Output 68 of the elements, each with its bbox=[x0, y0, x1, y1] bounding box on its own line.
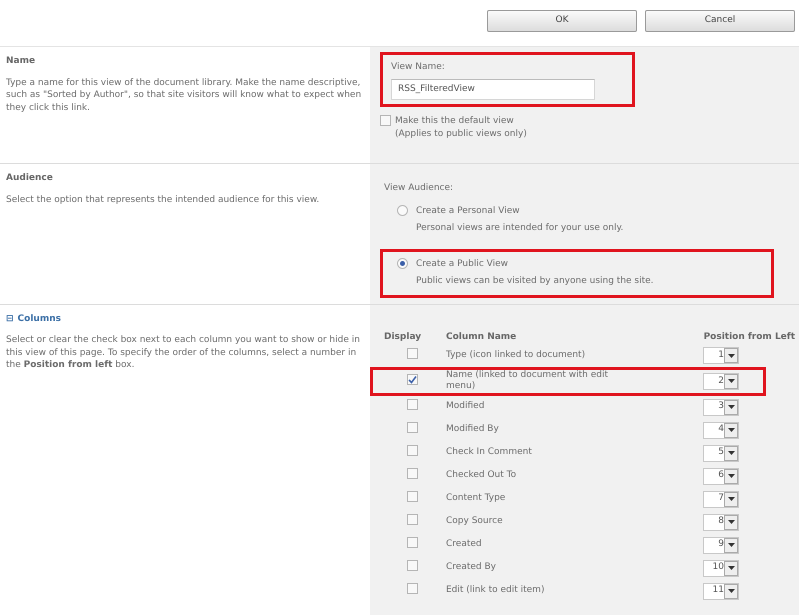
dropdown-arrow-icon bbox=[728, 451, 734, 455]
radio-label: Create a Personal View bbox=[416, 204, 521, 218]
position-dropdown[interactable]: 7 bbox=[703, 490, 739, 508]
position-dropdown[interactable]: 11 bbox=[703, 582, 739, 600]
position-dropdown[interactable]: 5 bbox=[703, 444, 739, 462]
position-dropdown[interactable]: 4 bbox=[703, 422, 739, 438]
checkbox[interactable] bbox=[406, 583, 418, 594]
position-dropdown[interactable]: 10 bbox=[703, 560, 739, 576]
column-name: Created bbox=[446, 539, 483, 551]
view-name-field[interactable]: RSS_FilteredView bbox=[391, 78, 595, 100]
column-header: Display bbox=[384, 330, 422, 344]
option-note: Personal views are intended for your use only. bbox=[416, 222, 624, 235]
dropdown-arrow-icon bbox=[728, 474, 734, 478]
checkbox[interactable] bbox=[406, 399, 418, 410]
dropdown-arrow-icon bbox=[728, 354, 734, 358]
column-name: Modified By bbox=[446, 424, 500, 436]
column-name: Name (linked to document with edit menu) bbox=[446, 370, 610, 392]
cancel-button[interactable]: Cancel bbox=[645, 10, 795, 32]
column-name: Edit (link to edit item) bbox=[446, 585, 546, 597]
column-name: Check In Comment bbox=[446, 447, 533, 459]
position-dropdown[interactable]: 9 bbox=[703, 536, 739, 554]
column-name: Modified bbox=[446, 401, 486, 413]
section-description: Type a name for this view of the document library. Make the name descriptive, such as "Sorted by Author", so that site visitors will know what to expect when they click this link. bbox=[6, 76, 362, 114]
dropdown-arrow-icon bbox=[728, 566, 734, 570]
option-note: Public views can be visited by anyone using the site. bbox=[416, 275, 654, 288]
field-label: View Audience: bbox=[384, 182, 454, 195]
position-dropdown[interactable]: 8 bbox=[703, 514, 739, 530]
checkbox[interactable] bbox=[406, 374, 418, 386]
dropdown-arrow-icon bbox=[728, 520, 734, 524]
column-name: Content Type bbox=[446, 493, 506, 505]
section-description: Select or clear the check box next to each column you want to show or hide in this view of this page. To specify the order of the columns, select a number in the Position from left box. bbox=[6, 334, 361, 372]
dropdown-arrow-icon bbox=[728, 379, 734, 384]
checkbox[interactable] bbox=[406, 560, 418, 572]
checkbox-label: Make this the default view bbox=[395, 114, 515, 128]
radio-button[interactable] bbox=[397, 258, 408, 268]
position-dropdown[interactable]: 1 bbox=[703, 347, 739, 364]
column-header: Column Name bbox=[446, 330, 518, 344]
checkbox[interactable] bbox=[380, 114, 391, 126]
checkbox[interactable] bbox=[406, 468, 418, 480]
column-name: Checked Out To bbox=[446, 470, 518, 482]
section-title: Name bbox=[6, 55, 36, 68]
collapse-toggle[interactable]: ⊟ bbox=[6, 312, 14, 326]
radio-button[interactable] bbox=[397, 204, 408, 216]
column-name: Copy Source bbox=[446, 516, 504, 528]
position-dropdown[interactable]: 3 bbox=[703, 398, 739, 416]
radio-label: Create a Public View bbox=[416, 258, 509, 270]
checkbox[interactable] bbox=[406, 422, 418, 434]
checkbox[interactable] bbox=[406, 514, 418, 526]
dropdown-arrow-icon bbox=[728, 589, 734, 593]
checkbox[interactable] bbox=[406, 348, 418, 359]
section-title: Audience bbox=[6, 172, 54, 185]
checkbox[interactable] bbox=[406, 445, 418, 456]
dropdown-arrow-icon bbox=[728, 543, 734, 547]
checkbox[interactable] bbox=[406, 491, 418, 502]
position-dropdown[interactable]: 6 bbox=[703, 468, 739, 484]
dropdown-arrow-icon bbox=[728, 428, 734, 432]
checkbox[interactable] bbox=[406, 537, 418, 548]
column-header: Position from Left bbox=[702, 330, 795, 344]
ok-button[interactable]: OK bbox=[487, 10, 637, 32]
dropdown-arrow-icon bbox=[728, 405, 734, 409]
field-label: View Name: bbox=[391, 61, 446, 74]
dropdown-arrow-icon bbox=[728, 497, 734, 501]
section-description: Select the option that represents the intended audience for this view. bbox=[6, 194, 320, 206]
section-title[interactable]: Columns bbox=[18, 312, 61, 326]
position-dropdown[interactable]: 2 bbox=[703, 372, 739, 390]
column-name: Created By bbox=[446, 562, 497, 574]
checkbox-note: (Applies to public views only) bbox=[395, 128, 527, 141]
column-name: Type (icon linked to document) bbox=[446, 350, 586, 362]
